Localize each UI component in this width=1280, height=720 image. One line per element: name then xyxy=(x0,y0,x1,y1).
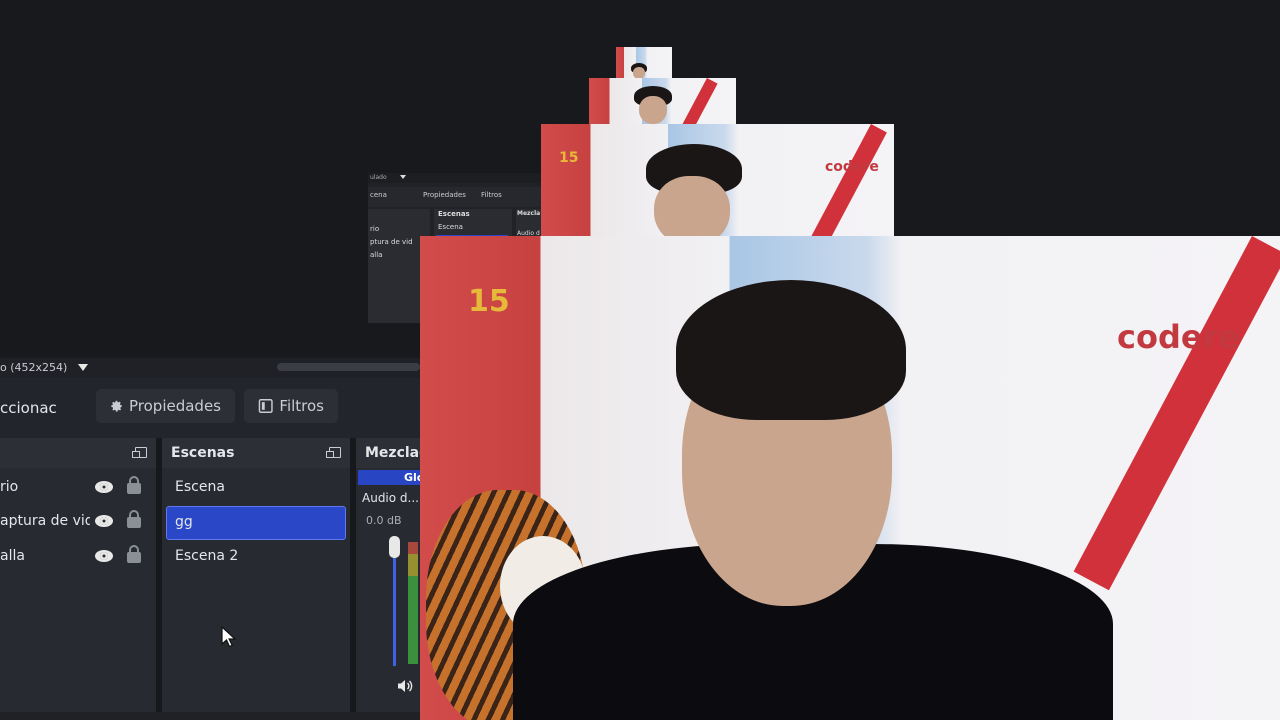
source-item[interactable]: alla xyxy=(0,540,156,574)
scene-name: gg xyxy=(175,514,193,530)
lock-icon[interactable] xyxy=(127,510,141,528)
sponsor-text-medium: codere xyxy=(825,159,879,175)
source-item[interactable]: rio xyxy=(0,471,156,505)
gear-icon xyxy=(111,400,122,412)
scenes-panel: Escenas Escena gg Escena 2 xyxy=(162,438,350,720)
mini-scene-item: Escena xyxy=(438,223,463,231)
source-toolbar: ccionac Propiedades Filtros xyxy=(0,378,420,438)
panel-toolbar xyxy=(0,712,420,720)
webcam-capture-small xyxy=(589,78,736,124)
status-bar: o (452x254) xyxy=(0,358,420,378)
mixer-panel-header: Mezclad xyxy=(356,438,429,468)
scene-name: Escena xyxy=(175,479,225,495)
mini-source-3: alla xyxy=(370,251,383,259)
audio-level-meter xyxy=(408,542,418,664)
webcam-capture-medium: 15 codere xyxy=(541,124,894,238)
audio-level-db: 0.0 dB xyxy=(366,514,402,527)
source-item[interactable]: aptura de vid xyxy=(0,505,156,539)
lock-icon[interactable] xyxy=(127,476,141,494)
eye-icon[interactable] xyxy=(95,515,113,527)
speaker-icon[interactable] xyxy=(397,679,413,693)
mini-properties-button: Propiedades xyxy=(423,191,466,199)
eye-icon[interactable] xyxy=(95,550,113,562)
scenes-panel-header: Escenas xyxy=(162,438,350,468)
eye-icon[interactable] xyxy=(95,481,113,493)
source-name: alla xyxy=(0,548,25,564)
properties-button[interactable]: Propiedades xyxy=(96,389,235,423)
mouse-cursor-icon xyxy=(221,626,237,648)
webcam-capture: 15 codere xyxy=(420,236,1280,720)
horizontal-scrollbar[interactable] xyxy=(277,363,420,371)
jersey-number: 15 xyxy=(468,284,510,319)
volume-slider-handle[interactable] xyxy=(389,536,400,558)
properties-label: Propiedades xyxy=(129,397,221,415)
volume-slider-track[interactable] xyxy=(393,542,396,666)
resolution-label: o (452x254) xyxy=(0,361,68,374)
scene-item-selected[interactable]: gg xyxy=(166,506,346,540)
mini-filters-button: Filtros xyxy=(481,191,502,199)
audio-device-label: Audio d... xyxy=(362,491,419,505)
undock-icon[interactable] xyxy=(132,447,147,458)
mini-scene-label: cena xyxy=(370,191,387,199)
undock-icon[interactable] xyxy=(326,447,341,458)
mini-source-1: rio xyxy=(370,225,380,233)
scene-name: Escena 2 xyxy=(175,548,239,564)
filter-icon xyxy=(258,399,273,413)
selection-label: ccionac xyxy=(0,399,57,417)
filters-button[interactable]: Filtros xyxy=(244,389,338,423)
mini-source-2: ptura de vid xyxy=(370,238,413,246)
mini-mixer-title: Mezcla xyxy=(517,210,541,217)
jersey-number-medium: 15 xyxy=(559,150,579,166)
mixer-global-tab[interactable]: Glo xyxy=(358,470,424,485)
sponsor-text: codere xyxy=(1117,318,1241,356)
person-hair xyxy=(676,280,906,420)
sources-panel: rio aptura de vid alla xyxy=(0,438,156,720)
lock-icon[interactable] xyxy=(127,545,141,563)
source-name: rio xyxy=(0,479,19,495)
scenes-title: Escenas xyxy=(171,445,235,461)
webcam-capture-tiny xyxy=(616,47,672,79)
sources-panel-header xyxy=(0,438,156,468)
filters-label: Filtros xyxy=(279,397,324,415)
source-name: aptura de vid xyxy=(0,513,90,529)
mini-scenes-title: Escenas xyxy=(438,210,470,218)
audio-mixer-panel: Mezclad Glo Audio d... 0.0 dB xyxy=(356,438,429,720)
scene-item[interactable]: Escena xyxy=(166,471,346,505)
chevron-down-icon[interactable] xyxy=(78,364,88,371)
scene-item[interactable]: Escena 2 xyxy=(166,540,346,574)
